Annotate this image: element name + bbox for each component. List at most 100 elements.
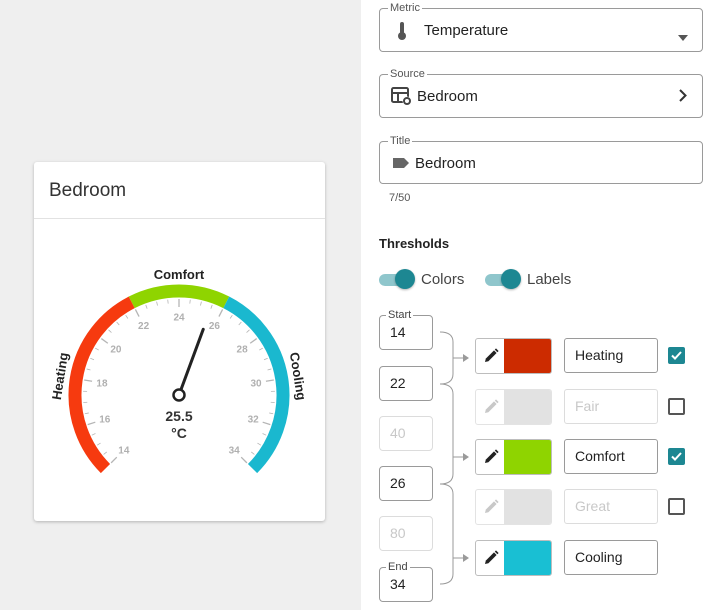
fair-enabled-checkbox[interactable]: [668, 398, 685, 415]
gauge-minor-tick: [116, 321, 120, 326]
pencil-icon: [476, 390, 505, 424]
gauge-needle: [179, 327, 205, 392]
heating-label-input[interactable]: Heating: [564, 338, 658, 373]
table-settings-icon: [391, 87, 413, 112]
boundary-value: 14: [390, 324, 406, 340]
cooling-label-input[interactable]: Cooling: [564, 540, 658, 575]
cooling-color-button[interactable]: [475, 540, 552, 576]
end-label: End: [386, 560, 410, 574]
title-label: Title: [388, 134, 413, 148]
metric-label: Metric: [388, 1, 422, 15]
gauge-minor-tick: [125, 314, 129, 319]
gauge-segment-label-comfort: Comfort: [154, 267, 205, 282]
gauge-minor-tick: [263, 357, 268, 361]
boundary-value: 26: [390, 475, 406, 491]
start-label: Start: [386, 308, 414, 322]
gauge-minor-tick: [251, 451, 255, 455]
gauge-minor-tick: [86, 368, 91, 371]
gauge-major-tick: [87, 421, 96, 426]
gauge-major-tick: [218, 309, 224, 317]
gauge-minor-tick: [90, 357, 95, 361]
gauge-tick-label: 30: [250, 378, 262, 389]
gauge-minor-tick: [96, 442, 101, 446]
label-tag-icon: [392, 156, 410, 174]
comfort-label-input[interactable]: Comfort: [564, 439, 658, 474]
title-value: Bedroom: [415, 155, 476, 172]
card-title: Bedroom: [49, 180, 127, 201]
gauge: 14 16 18 20 22 24 26 28 30 32 34 Heating Comfort C…: [49, 267, 309, 474]
heating-color-button[interactable]: [475, 338, 552, 374]
color-swatch: [504, 390, 551, 424]
boundary-value: 22: [390, 375, 406, 391]
comfort-enabled-checkbox[interactable]: [668, 448, 685, 465]
gauge-tick-label: 32: [248, 415, 260, 426]
gauge-segment-label-cooling: Cooling: [287, 351, 309, 401]
color-swatch: [504, 440, 551, 474]
chevron-right-icon: [679, 89, 687, 107]
great-label-input: Great: [564, 489, 658, 524]
gauge-major-tick: [240, 456, 248, 464]
gauge-value: 25.5: [165, 408, 192, 424]
colors-toggle-label: Colors: [421, 271, 465, 288]
threshold-end-input[interactable]: End 34: [379, 560, 433, 602]
gauge-minor-tick: [200, 301, 202, 306]
gauge-minor-tick: [156, 301, 158, 306]
gauge-segment-label-heating: Heating: [49, 351, 71, 400]
band-label: Comfort: [575, 448, 625, 464]
color-swatch: [504, 339, 551, 373]
pencil-icon: [476, 541, 505, 575]
pencil-icon: [476, 440, 505, 474]
comfort-color-button[interactable]: [475, 439, 552, 475]
title-input[interactable]: Title Bedroom: [379, 134, 703, 184]
fair-color-button: [475, 389, 552, 425]
gauge-minor-tick: [84, 412, 89, 415]
gauge-tick-label: 16: [99, 415, 111, 426]
fair-label-input: Fair: [564, 389, 658, 424]
gauge-minor-tick: [238, 321, 242, 326]
color-swatch: [504, 490, 551, 524]
source-value: Bedroom: [417, 88, 478, 105]
gauge-major-tick: [134, 309, 140, 317]
gauge-tick-label: 26: [209, 321, 221, 332]
thresholds-heading: Thresholds: [379, 236, 450, 251]
gauge-minor-tick: [257, 442, 262, 446]
dropdown-caret-icon: [678, 28, 688, 46]
gauge-major-tick: [249, 338, 258, 344]
gauge-major-tick: [100, 338, 109, 344]
great-enabled-checkbox[interactable]: [668, 498, 685, 515]
gauge-minor-tick: [103, 451, 107, 455]
gauge-major-tick: [262, 421, 271, 426]
gauge-major-tick: [110, 456, 118, 464]
gauge-minor-tick: [259, 347, 263, 351]
heating-enabled-checkbox[interactable]: [668, 347, 685, 364]
gauge-tick-label: 28: [237, 345, 249, 356]
gauge-tick-label: 20: [110, 345, 122, 356]
pencil-icon: [476, 490, 505, 524]
source-selector[interactable]: Source Bedroom: [379, 67, 703, 118]
boundary-value: 34: [390, 576, 406, 592]
threshold-boundary-input-disabled: 40: [379, 416, 433, 451]
gauge-minor-tick: [269, 412, 274, 415]
gauge-tick-label: 34: [229, 446, 241, 457]
threshold-boundary-input[interactable]: 22: [379, 366, 433, 401]
gauge-tick-label: 22: [138, 321, 150, 332]
gauge-tick-label: 14: [118, 446, 130, 457]
thermometer-icon: [397, 21, 407, 46]
gauge-minor-tick: [145, 304, 148, 309]
gauge-unit: °C: [171, 425, 187, 441]
band-label: Fair: [575, 398, 600, 414]
metric-select[interactable]: Metric Temperature: [379, 1, 703, 52]
color-swatch: [504, 541, 551, 575]
gauge-major-tick: [265, 379, 274, 382]
band-label: Heating: [575, 347, 624, 363]
threshold-boundary-input-disabled: 80: [379, 516, 433, 551]
title-char-counter: 7/50: [389, 192, 411, 204]
gauge-card: Bedroom 14 16 18 20 22 24 26 28 30 32 34 Heating C…: [34, 162, 325, 521]
gauge-needle-hub: [172, 388, 186, 402]
threshold-start-input[interactable]: Start 14: [379, 308, 433, 350]
gauge-minor-tick: [91, 433, 96, 436]
threshold-boundary-input[interactable]: 26: [379, 466, 433, 501]
source-label: Source: [388, 67, 427, 81]
metric-value: Temperature: [424, 22, 509, 39]
great-color-button: [475, 489, 552, 525]
